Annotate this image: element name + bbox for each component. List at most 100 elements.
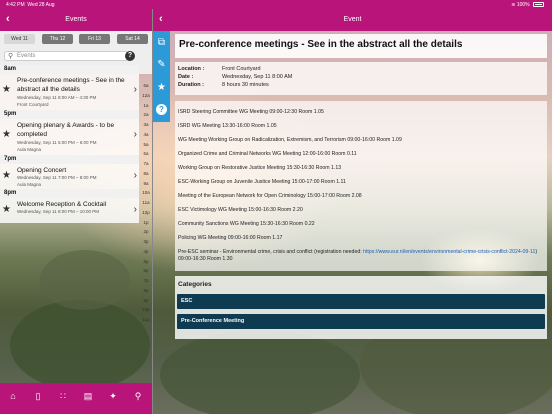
time-index-item[interactable]: 10a	[140, 190, 152, 200]
event-title: Opening Concert	[17, 167, 67, 174]
list-item-event[interactable]: ★ Pre-conference meetings - See in the a…	[0, 74, 139, 110]
time-index-item[interactable]: 12p	[140, 210, 152, 220]
time-index-item[interactable]: 2p	[140, 229, 152, 239]
side-toolbar: ⧉ ✎ ★ ?	[153, 31, 170, 122]
star-icon[interactable]: ★	[153, 77, 170, 99]
list-item-event[interactable]: ★ Opening Concert Wednesday, Sep 11 7:00…	[0, 164, 139, 189]
battery-percent: 100%	[516, 2, 530, 8]
map-icon[interactable]: ✦	[104, 391, 122, 405]
time-index-item[interactable]: 11p	[140, 317, 152, 327]
list-item-event[interactable]: ★ Opening plenary & Awards - to be compl…	[0, 119, 139, 155]
presentation-icon[interactable]: ▤	[79, 391, 97, 405]
date-tab-fri-13[interactable]: Fri 13	[79, 34, 110, 44]
date-tab-sat-14[interactable]: Sat 14	[117, 34, 148, 44]
status-right: ≋ 100%	[511, 2, 544, 8]
time-index-item[interactable]: 2a	[140, 112, 152, 122]
description-line: ESC-Working Group on Juvenile Justice Me…	[178, 179, 346, 185]
time-index-item[interactable]: 12a	[140, 93, 152, 103]
time-index-item[interactable]: 8a	[140, 171, 152, 181]
categories-card: Categories ESC Pre-Conference Meeting	[175, 276, 547, 339]
time-index-item[interactable]: 10p	[140, 307, 152, 317]
events-navbar: ‹ Events	[0, 9, 152, 31]
time-index-item[interactable]: 5a	[140, 142, 152, 152]
status-time-text: 4:42 PM	[6, 2, 25, 8]
time-index-item[interactable]: 6a	[140, 151, 152, 161]
category-esc[interactable]: ESC	[177, 294, 545, 309]
phone-icon[interactable]: ▯	[29, 391, 47, 405]
events-list: 8am ★ Pre-conference meetings - See in t…	[0, 65, 139, 223]
star-icon[interactable]: ★	[2, 84, 11, 95]
page-title: Pre-conference meetings - See in the abs…	[179, 39, 463, 50]
duration-label: Duration :	[178, 82, 204, 88]
description-line: Working Group on Restorative Justice Mee…	[178, 165, 342, 171]
location-label: Location :	[178, 66, 205, 72]
time-header: 8am	[0, 65, 139, 74]
date-tab-thu-12[interactable]: Thu 12	[42, 34, 73, 44]
description-line: Organized Crime and Criminal Networks WG…	[178, 151, 357, 157]
time-index-item[interactable]: 11a	[140, 200, 152, 210]
help-icon[interactable]: ?	[153, 99, 170, 121]
time-header: 8pm	[0, 189, 139, 198]
pane-divider	[152, 9, 153, 414]
categories-label: Categories	[178, 281, 212, 288]
description-line: Policing WG Meeting 09:00-16:00 Room 1.1…	[178, 235, 283, 241]
event-description: ISRD Steering Committee WG Meeting 09:00…	[175, 101, 547, 271]
status-bar: 4:42 PM Wed 28 Aug ≋ 100%	[0, 0, 552, 9]
event-time: Wednesday, Sep 11 8:00 PM – 10:00 PM	[17, 209, 100, 214]
time-index-item[interactable]: 6p	[140, 268, 152, 278]
time-index-item[interactable]: 3a	[140, 122, 152, 132]
description-line: Community Sanctions WG Meeting 15:30-16:…	[178, 221, 315, 227]
time-index-scrubber[interactable]: 6a 12a 1a 2a 3a 4a 5a 6a 7a 8a 9a 10a 11a 12p 1p 2p 3p 4p…	[140, 83, 152, 327]
time-index-item[interactable]: 8p	[140, 288, 152, 298]
time-index-item[interactable]: 7p	[140, 278, 152, 288]
event-location: Aula Magna	[17, 182, 42, 187]
search-icon[interactable]: ⚲	[129, 391, 147, 405]
event-time: Wednesday, Sep 11 8:00 AM – 4:30 PM	[17, 95, 97, 100]
chevron-right-icon: ›	[133, 170, 137, 181]
date-tab-wed-11[interactable]: Wed 11	[4, 34, 35, 44]
star-icon[interactable]: ★	[2, 129, 11, 140]
share-icon[interactable]: ⧉	[153, 32, 170, 54]
time-index-item[interactable]: 7a	[140, 161, 152, 171]
bush-shape	[160, 330, 360, 414]
time-index-item[interactable]: 1p	[140, 220, 152, 230]
event-title-nav: Event	[343, 16, 362, 23]
time-index-item[interactable]: 9p	[140, 298, 152, 308]
pre-esc-text: Pre-ESC seminar - Environmental crime, c…	[178, 249, 364, 255]
grid-icon[interactable]: ∷	[54, 391, 72, 405]
event-time: Wednesday, Sep 11 5:00 PM – 6:00 PM	[17, 140, 97, 145]
pencil-icon[interactable]: ✎	[153, 54, 170, 76]
events-title: Events	[65, 16, 87, 23]
time-index-item[interactable]: 6a	[140, 83, 152, 93]
event-info-card: Location : Front Courtyard Date : Wednes…	[175, 62, 547, 95]
time-index-item[interactable]: 9a	[140, 181, 152, 191]
description-line: ISRD WG Meeting 13:30-16:00 Room 1.05	[178, 123, 277, 129]
time-header: 7pm	[0, 155, 139, 164]
event-title: Opening plenary & Awards - to be complet…	[17, 122, 115, 138]
battery-icon	[533, 2, 544, 7]
home-icon[interactable]: ⌂	[4, 391, 22, 405]
search-input[interactable]: ⚲ Events	[4, 51, 128, 61]
events-pane: ‹ Events Wed 11 Thu 12 Fri 13 Sat 14 ⚲ E…	[0, 9, 152, 414]
help-icon[interactable]: ?	[125, 51, 135, 61]
time-index-item[interactable]: 3p	[140, 239, 152, 249]
description-line: ISRD Steering Committee WG Meeting 09:00…	[178, 109, 324, 115]
registration-link[interactable]: https://www.eur.nl/en/events/environment…	[363, 249, 535, 255]
time-index-item[interactable]: 4p	[140, 249, 152, 259]
star-icon[interactable]: ★	[2, 170, 11, 181]
event-navbar: ‹ Event	[153, 9, 552, 31]
search-icon: ⚲	[8, 53, 14, 60]
time-index-item[interactable]: 1a	[140, 103, 152, 113]
time-index-item[interactable]: 5p	[140, 259, 152, 269]
time-header: 5pm	[0, 110, 139, 119]
location-value: Front Courtyard	[222, 66, 261, 72]
event-time: Wednesday, Sep 11 7:00 PM – 8:00 PM	[17, 175, 97, 180]
date-selector: Wed 11 Thu 12 Fri 13 Sat 14	[0, 31, 152, 45]
category-pre-conference[interactable]: Pre-Conference Meeting	[177, 314, 545, 329]
time-index-item[interactable]: 4a	[140, 132, 152, 142]
event-location: Front Courtyard	[17, 102, 49, 107]
description-line: Meeting of the European Network for Open…	[178, 193, 362, 199]
list-item-event[interactable]: ★ Welcome Reception & Cocktail Wednesday…	[0, 198, 139, 223]
star-icon[interactable]: ★	[2, 204, 11, 215]
description-line: WG Meeting Working Group on Radicalizati…	[178, 137, 402, 143]
